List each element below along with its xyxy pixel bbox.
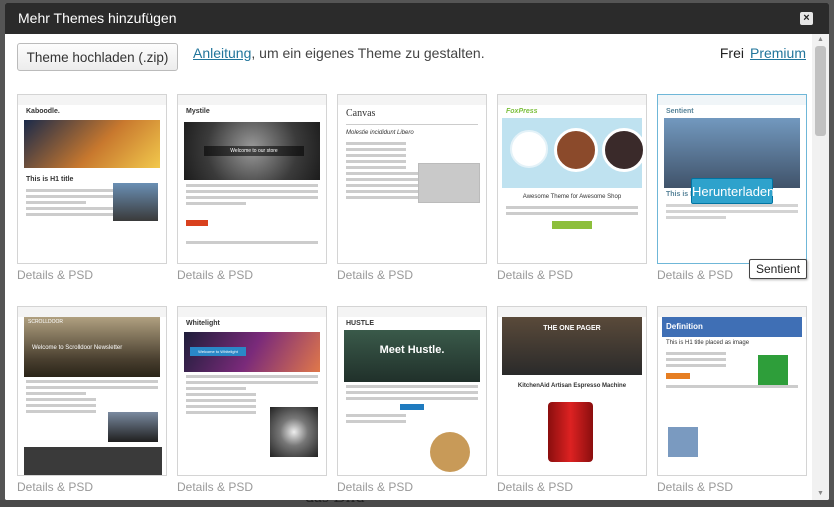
guide-text-rest: , um ein eigenes Theme zu gestalten. — [251, 45, 485, 61]
thumb-logo: Canvas — [346, 108, 376, 119]
thumb-heading: Welcome to Scrolldoor Newsletter — [32, 345, 123, 351]
filter-free[interactable]: Frei — [720, 45, 744, 61]
filter-premium[interactable]: Premium — [750, 45, 806, 61]
theme-grid: Kaboodle. This is H1 title Details & PSD… — [5, 84, 811, 500]
theme-thumbnail[interactable]: FoxPress Awesome Theme for Awesome Shop — [497, 94, 647, 264]
dialog-title: Mehr Themes hinzufügen — [18, 10, 177, 26]
scrollbar-thumb[interactable] — [815, 46, 826, 136]
theme-details-link[interactable]: Details & PSD — [337, 480, 413, 494]
thumb-heading: This is H1 title placed as image — [666, 340, 750, 346]
theme-details-link[interactable]: Details & PSD — [337, 268, 413, 282]
theme-details-link[interactable]: Details & PSD — [657, 480, 733, 494]
scroll-up-icon[interactable]: ▲ — [812, 34, 829, 46]
thumb-logo: HUSTLE — [346, 320, 374, 327]
thumb-logo: Definition — [662, 317, 802, 337]
thumb-heading: Awesome Theme for Awesome Shop — [522, 194, 622, 200]
dialog-titlebar: Mehr Themes hinzufügen × — [5, 3, 829, 34]
thumb-heading: Meet Hustle. — [379, 344, 445, 356]
close-icon[interactable]: × — [800, 12, 813, 25]
theme-details-link[interactable]: Details & PSD — [497, 268, 573, 282]
upload-theme-button[interactable]: Theme hochladen (.zip) — [17, 43, 178, 71]
add-themes-dialog: Mehr Themes hinzufügen × Theme hochladen… — [5, 3, 829, 500]
theme-details-link[interactable]: Details & PSD — [177, 480, 253, 494]
theme-thumbnail[interactable]: Sentient This is H1 title Herunterladen — [657, 94, 807, 264]
theme-details-link[interactable]: Details & PSD — [497, 480, 573, 494]
theme-thumbnail[interactable]: Canvas Molestie incididunt Libero — [337, 94, 487, 264]
guide-text: Anleitung, um ein eigenes Theme zu gesta… — [193, 45, 485, 61]
thumb-logo: Whitelight — [186, 320, 220, 327]
scrollbar[interactable]: ▲ ▼ — [812, 34, 829, 500]
theme-details-link[interactable]: Details & PSD — [17, 480, 93, 494]
theme-thumbnail[interactable]: SCROLLDOOR Welcome to Scrolldoor Newslet… — [17, 306, 167, 476]
filter-links: Frei Premium — [720, 45, 806, 61]
thumb-heading: Molestie incididunt Libero — [346, 130, 414, 136]
thumb-logo: SCROLLDOOR — [28, 319, 64, 325]
scroll-down-icon[interactable]: ▼ — [812, 488, 829, 500]
thumb-logo: THE ONE PAGER — [543, 325, 601, 332]
download-button[interactable]: Herunterladen — [691, 178, 774, 204]
theme-thumbnail[interactable]: HUSTLE Meet Hustle. — [337, 306, 487, 476]
guide-link[interactable]: Anleitung — [193, 45, 251, 61]
theme-tooltip: Sentient — [749, 259, 808, 279]
theme-details-link[interactable]: Details & PSD — [657, 268, 733, 282]
thumb-heading: Welcome to Whitelight — [190, 347, 246, 356]
thumb-logo: Kaboodle. — [26, 108, 60, 115]
thumb-logo: Mystile — [186, 108, 210, 115]
theme-thumbnail[interactable]: Definition This is H1 title placed as im… — [657, 306, 807, 476]
theme-thumbnail[interactable]: Whitelight Welcome to Whitelight — [177, 306, 327, 476]
thumb-heading: KitchenAid Artisan Espresso Machine — [517, 383, 627, 389]
dialog-toolbar: Theme hochladen (.zip) Anleitung, um ein… — [5, 34, 829, 84]
theme-thumbnail[interactable]: THE ONE PAGER KitchenAid Artisan Espress… — [497, 306, 647, 476]
thumb-logo: FoxPress — [506, 108, 538, 115]
theme-thumbnail[interactable]: Kaboodle. This is H1 title — [17, 94, 167, 264]
theme-thumbnail[interactable]: Mystile Welcome to our store — [177, 94, 327, 264]
theme-details-link[interactable]: Details & PSD — [177, 268, 253, 282]
thumb-heading: Welcome to our store — [204, 146, 304, 156]
theme-details-link[interactable]: Details & PSD — [17, 268, 93, 282]
